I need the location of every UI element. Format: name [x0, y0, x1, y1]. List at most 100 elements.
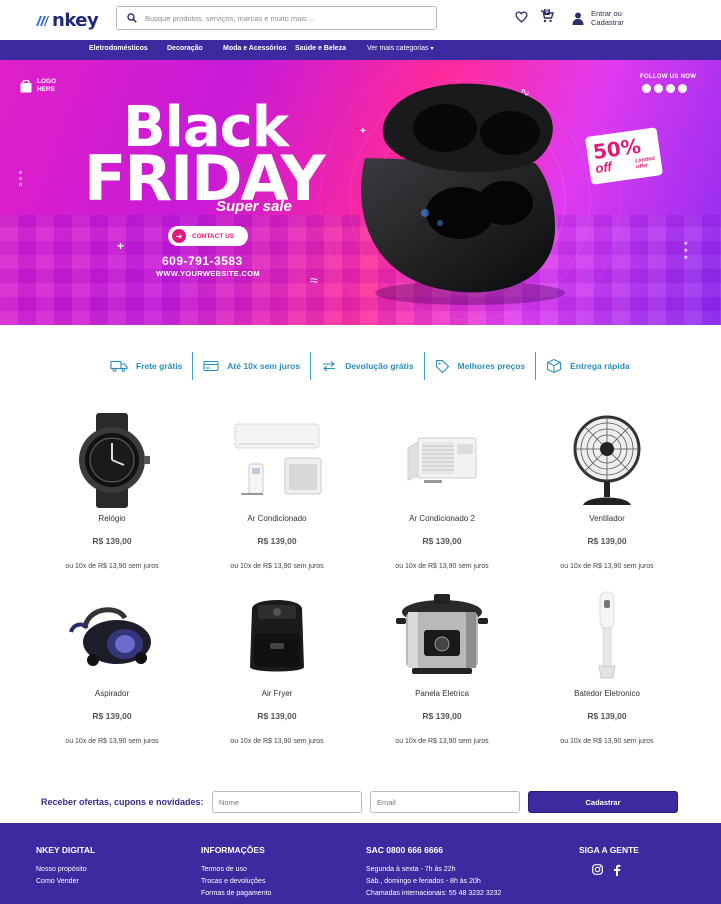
hero-phone: 609-791-3583: [162, 254, 243, 268]
product-name[interactable]: Ar Condicionado: [212, 514, 342, 523]
feature-best-prices: Melhores preços: [425, 352, 536, 380]
product-price: R$ 139,00: [257, 536, 297, 546]
footer-col-info: INFORMAÇÕES Termos de uso Trocas e devol…: [201, 845, 271, 900]
feature-installments: Até 10x sem juros: [193, 352, 310, 380]
promo-badge: 50% off Limited offer: [585, 127, 663, 185]
product-installments: ou 10x de R$ 13,90 sem juros: [65, 563, 159, 570]
product-price: R$ 139,00: [422, 711, 462, 721]
footer-link[interactable]: Nosso propósito: [36, 864, 95, 876]
product-image-air-fryer[interactable]: [212, 585, 342, 685]
shopping-bag-icon: [20, 79, 32, 93]
facebook-icon[interactable]: [613, 864, 621, 876]
product-installments: ou 10x de R$ 13,90 sem juros: [560, 738, 654, 745]
product-installments: ou 10x de R$ 13,90 sem juros: [395, 738, 489, 745]
facebook-icon[interactable]: [642, 84, 651, 93]
product-name[interactable]: Ar Condicionado 2: [377, 514, 507, 523]
product-name[interactable]: Relógio: [47, 514, 177, 523]
search-icon[interactable]: [127, 13, 137, 23]
product-image-air-conditioner-2[interactable]: [377, 410, 507, 510]
cart-count-badge: 0: [544, 9, 550, 15]
user-icon: [572, 12, 584, 25]
footer: NKEY DIGITAL Nosso propósito Como Vender…: [0, 823, 721, 904]
product-price: R$ 139,00: [422, 536, 462, 546]
search-bar[interactable]: [116, 6, 437, 30]
feature-label: Entrega rápida: [570, 361, 630, 371]
earbuds-case-image: [361, 83, 565, 305]
more-categories-label: Ver mais categorias: [367, 45, 429, 52]
squiggle-decoration-icon: ≈: [310, 272, 318, 288]
follow-us-text: FOLLOW US NOW: [640, 74, 697, 80]
heart-icon[interactable]: [515, 10, 528, 23]
footer-heading: NKEY DIGITAL: [36, 845, 96, 855]
footer-col-company: NKEY DIGITAL Nosso propósito Como Vender: [36, 845, 95, 888]
nav-item-eletrodomesticos[interactable]: Eletrodomésticos: [89, 45, 148, 52]
hero-logo-line1: LOGO: [37, 78, 57, 85]
youtube-icon[interactable]: [666, 84, 675, 93]
instagram-icon[interactable]: [592, 864, 603, 875]
site-logo[interactable]: nkey: [35, 10, 99, 31]
promo-limited-line2: offer: [635, 162, 649, 171]
header-actions: 0: [515, 9, 554, 23]
newsletter-submit-button[interactable]: Cadastrar: [528, 791, 678, 813]
product-price: R$ 139,00: [587, 711, 627, 721]
nav-item-decoracao[interactable]: Decoração: [167, 45, 203, 52]
feature-label: Até 10x sem juros: [227, 361, 301, 371]
feature-free-returns: Devolução grátis: [311, 352, 424, 380]
hero-website: WWW.YOURWEBSITE.COM: [156, 269, 260, 278]
header: nkey 0 Entrar ou Cadastrar: [0, 0, 721, 40]
footer-link[interactable]: Formas de pagamento: [201, 888, 271, 900]
contact-us-button[interactable]: ➜ CONTACT US: [168, 226, 248, 246]
newsletter-email-input[interactable]: [370, 791, 520, 813]
feature-label: Frete grátis: [136, 361, 183, 371]
footer-text: Segunda à sexta - 7h às 22h: [366, 866, 456, 873]
product-name[interactable]: Panela Eletrica: [377, 689, 507, 698]
product-name[interactable]: Ventilador: [542, 514, 672, 523]
chevron-down-icon: ▾: [430, 46, 434, 52]
instagram-icon[interactable]: [678, 84, 687, 93]
login-line1: Entrar ou: [591, 9, 622, 18]
product-price: R$ 139,00: [92, 711, 132, 721]
product-image-pressure-cooker[interactable]: [377, 585, 507, 685]
newsletter-name-input[interactable]: [212, 791, 362, 813]
features-strip: Frete grátis Até 10x sem juros Devolução…: [100, 352, 640, 380]
product-name[interactable]: Batedor Eletronico: [542, 689, 672, 698]
dots-decoration-icon: ∘ ∘ ∘: [683, 238, 689, 262]
feature-label: Melhores preços: [457, 361, 526, 371]
product-installments: ou 10x de R$ 13,90 sem juros: [65, 738, 159, 745]
truck-icon: [110, 360, 128, 372]
feature-label: Devolução grátis: [345, 361, 414, 371]
logo-mark-icon: [36, 15, 49, 26]
cart-button[interactable]: 0: [540, 9, 554, 23]
nav-item-more-categories[interactable]: Ver mais categorias ▾: [367, 45, 433, 52]
feature-free-shipping: Frete grátis: [100, 352, 192, 380]
exchange-icon: [323, 361, 336, 372]
footer-link[interactable]: Trocas e devoluções: [201, 876, 271, 888]
nav-item-saude[interactable]: Saúde e Beleza: [295, 45, 346, 52]
product-name[interactable]: Aspirador: [47, 689, 177, 698]
footer-link[interactable]: Termos de uso: [201, 864, 271, 876]
product-installments: ou 10x de R$ 13,90 sem juros: [560, 563, 654, 570]
product-price: R$ 139,00: [587, 536, 627, 546]
login-line2: Cadastrar: [591, 18, 624, 27]
product-image-hand-blender[interactable]: [542, 585, 672, 685]
login-link[interactable]: Entrar ou Cadastrar: [572, 9, 624, 27]
footer-heading: INFORMAÇÕES: [201, 845, 265, 855]
footer-link[interactable]: Como Vender: [36, 876, 95, 888]
arrow-right-icon: ➜: [172, 229, 186, 243]
product-name[interactable]: Air Fryer: [212, 689, 342, 698]
credit-card-icon: [203, 360, 219, 372]
footer-heading: SIGA A GENTE: [579, 845, 639, 855]
search-input[interactable]: [145, 13, 425, 23]
feature-fast-delivery: Entrega rápida: [536, 352, 640, 380]
nav-item-moda[interactable]: Moda e Acessórios: [223, 45, 287, 52]
package-icon: [547, 358, 562, 374]
product-image-air-conditioner[interactable]: [212, 410, 342, 510]
footer-text: Chamadas internacionais: 55 48 3232 3232: [366, 890, 502, 897]
product-image-watch[interactable]: [47, 410, 177, 510]
hero-banner[interactable]: LOGO HERE FOLLOW US NOW Black FRIDAY Sup…: [0, 60, 721, 325]
product-image-fan[interactable]: [542, 410, 672, 510]
product-price: R$ 139,00: [257, 711, 297, 721]
twitter-icon[interactable]: [654, 84, 663, 93]
product-image-vacuum[interactable]: [47, 585, 177, 685]
footer-heading: SAC 0800 666 6666: [366, 845, 444, 855]
